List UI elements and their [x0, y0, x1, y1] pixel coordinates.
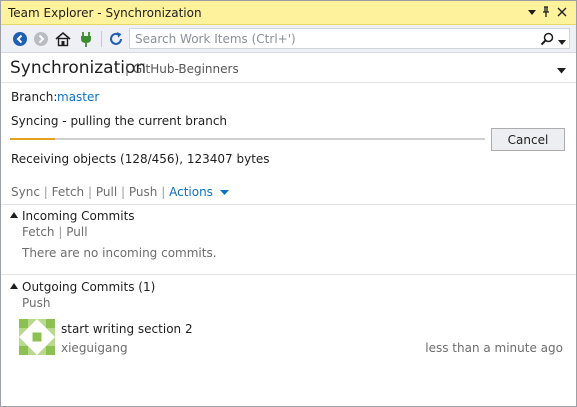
incoming-commits-title[interactable]: Incoming Commits — [22, 209, 135, 223]
search-options-dropdown-icon[interactable] — [558, 35, 566, 45]
header-separator: | — [125, 62, 130, 76]
search-work-items-input[interactable]: Search Work Items (Ctrl+') — [129, 28, 570, 49]
connect-plug-icon[interactable] — [77, 30, 95, 48]
sync-progress-detail: Receiving objects (128/456), 123407 byte… — [11, 152, 270, 166]
commit-time: less than a minute ago — [425, 341, 563, 355]
collapse-incoming-icon[interactable] — [10, 212, 18, 218]
avatar — [19, 319, 55, 355]
sync-progress-fill — [10, 138, 56, 140]
actions-menu[interactable]: Actions — [169, 185, 229, 199]
chevron-down-icon — [219, 189, 229, 195]
window-title: Team Explorer - Synchronization — [8, 6, 202, 20]
cancel-button[interactable]: Cancel — [491, 128, 565, 151]
actions-menu-label: Actions — [169, 185, 213, 199]
collapse-outgoing-icon[interactable] — [10, 283, 18, 289]
page-header: Synchronization | GitHub-Beginners — [1, 53, 576, 83]
branch-label: Branch: — [11, 90, 58, 104]
page-menu-dropdown-icon[interactable] — [557, 63, 566, 74]
action-links: Sync | Fetch | Pull | Push | Actions — [11, 185, 229, 199]
incoming-fetch-link[interactable]: Fetch — [22, 225, 55, 239]
repository-name: GitHub-Beginners — [132, 62, 239, 76]
back-icon[interactable] — [11, 30, 29, 48]
refresh-icon[interactable] — [107, 30, 125, 48]
pull-link[interactable]: Pull — [96, 185, 117, 199]
sync-progress-bar — [10, 138, 485, 140]
section-divider — [1, 274, 576, 275]
outgoing-push-link[interactable]: Push — [22, 296, 51, 310]
toolbar: Search Work Items (Ctrl+') — [1, 25, 576, 53]
close-icon[interactable] — [554, 4, 570, 20]
branch-link[interactable]: master — [57, 90, 99, 104]
forward-icon[interactable] — [32, 30, 50, 48]
search-placeholder: Search Work Items (Ctrl+') — [135, 32, 296, 46]
section-divider — [1, 204, 576, 205]
title-bar: Team Explorer - Synchronization — [1, 1, 576, 25]
commit-message: start writing section 2 — [61, 322, 193, 336]
outgoing-commits-title[interactable]: Outgoing Commits (1) — [22, 280, 155, 294]
incoming-empty-message: There are no incoming commits. — [22, 246, 217, 260]
incoming-actions: Fetch | Pull — [22, 225, 88, 239]
push-link[interactable]: Push — [129, 185, 158, 199]
home-icon[interactable] — [54, 30, 72, 48]
commit-author: xieguigang — [61, 341, 128, 355]
sync-status-message: Syncing - pulling the current branch — [11, 114, 228, 128]
pin-icon[interactable] — [538, 4, 554, 20]
fetch-link[interactable]: Fetch — [52, 185, 85, 199]
incoming-pull-link[interactable]: Pull — [66, 225, 87, 239]
sync-link[interactable]: Sync — [11, 185, 40, 199]
repository-context: | GitHub-Beginners — [125, 62, 239, 76]
team-explorer-window: Team Explorer - Synchronization Search W… — [0, 0, 577, 407]
search-icon[interactable] — [539, 31, 555, 47]
